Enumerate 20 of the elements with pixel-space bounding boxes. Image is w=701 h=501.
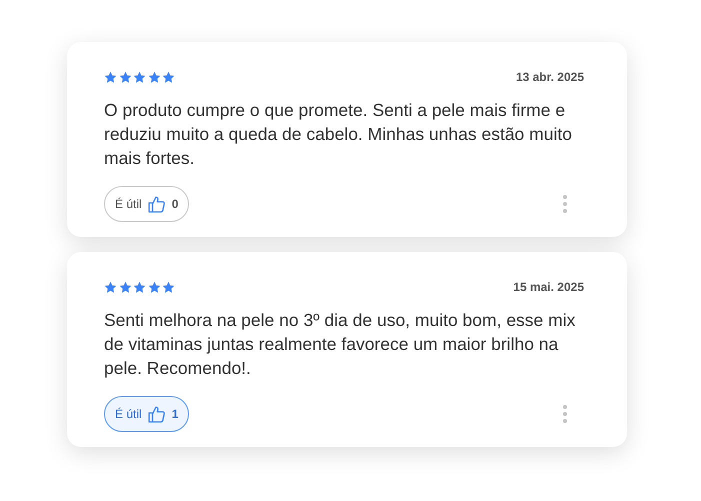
star-icon [133,280,146,294]
star-icon [148,280,160,294]
more-options-icon[interactable] [562,404,568,424]
helpful-button[interactable]: É útil 0 [104,186,190,222]
star-icon [133,70,146,84]
star-icon [104,70,117,84]
review-date: 15 mai. 2025 [513,279,585,296]
star-icon [162,280,175,294]
review-text: O produto cumpre o que promete. Senti a pele mais firme e reduziu muito a queda de cabelo. Minhas unhas estão muito mais fortes. [104,99,573,170]
star-icon [104,280,117,294]
star-icon [118,70,132,84]
star-icon [148,70,160,84]
review-date: 13 abr. 2025 [516,69,585,86]
star-icon [118,280,132,294]
thumbs-up-icon [148,195,166,213]
helpful-button[interactable]: É útil 1 [104,396,190,432]
more-options-icon[interactable] [562,194,568,214]
review-text: Senti melhora na pele no 3º dia de uso, muito bom, esse mix de vitaminas juntas realmente favorece um maior brilho na pele. Recomendo!. [104,309,576,380]
thumbs-up-icon [148,405,166,423]
star-icon [162,70,175,84]
